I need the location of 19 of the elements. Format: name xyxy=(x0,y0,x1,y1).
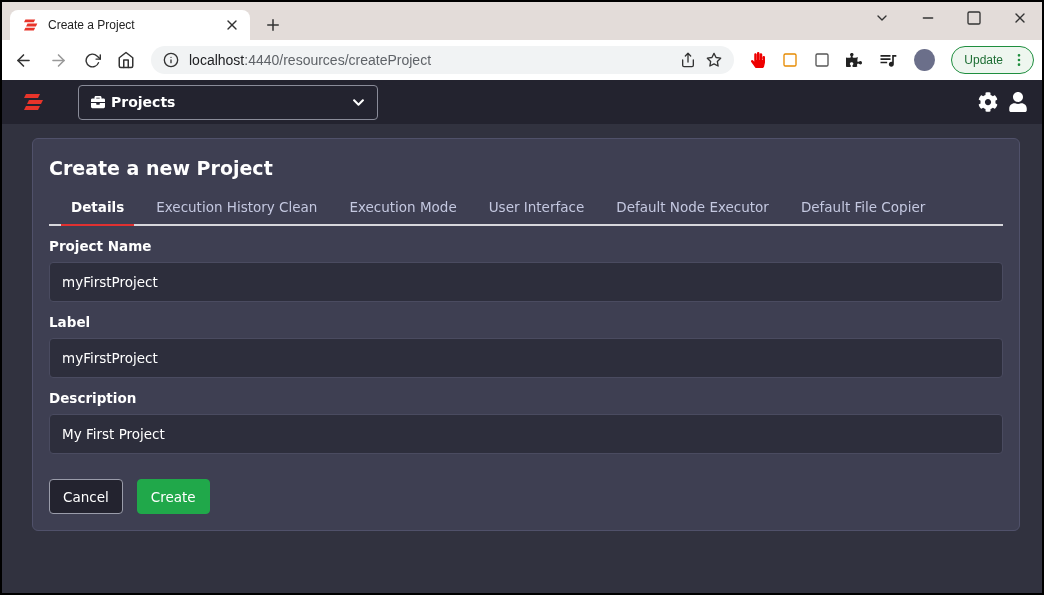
tab[interactable]: Default Node Executor xyxy=(606,195,779,226)
tab[interactable]: Execution History Clean xyxy=(146,195,328,226)
tab[interactable]: User Interface xyxy=(478,195,595,226)
field-label: Description xyxy=(49,390,138,406)
tab[interactable]: Details xyxy=(61,195,135,226)
project-dropdown[interactable]: Projects xyxy=(78,84,378,120)
browser-tab[interactable]: Create a Project xyxy=(10,10,250,40)
url-text: localhost:4440/resources/createProject xyxy=(189,52,432,68)
cancel-button[interactable]: Cancel xyxy=(49,479,123,514)
tab[interactable]: Default File Copier xyxy=(790,195,936,226)
field-label: Label xyxy=(49,314,92,330)
input-field[interactable]: myFirstProject xyxy=(49,262,1003,302)
input-field[interactable]: My First Project xyxy=(49,414,1003,454)
field-label: Project Name xyxy=(49,238,153,254)
tab[interactable]: Execution Mode xyxy=(339,195,467,226)
update-button[interactable]: Update xyxy=(951,46,1034,74)
input-field[interactable]: myFirstProject xyxy=(49,338,1003,378)
page-title: Create a new Project xyxy=(49,157,274,179)
address-bar[interactable]: localhost:4440/resources/createProject xyxy=(151,46,735,74)
